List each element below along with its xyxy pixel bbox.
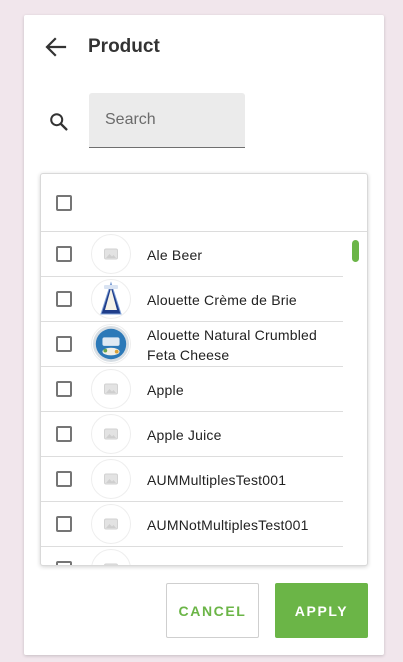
- image-placeholder-icon: [104, 428, 118, 440]
- item-checkbox[interactable]: [56, 381, 72, 397]
- product-thumbnail: [91, 549, 131, 565]
- list-item[interactable]: AUMMultiplesTest001: [41, 457, 343, 502]
- product-name: AUMMultiplesTest001: [147, 471, 287, 488]
- image-placeholder-icon: [104, 248, 118, 260]
- search-field[interactable]: [89, 93, 245, 148]
- arrow-left-icon: [45, 37, 67, 57]
- product-name: Apple: [147, 381, 184, 398]
- dialog-title: Product: [88, 36, 160, 57]
- image-placeholder-icon: [104, 563, 118, 565]
- search-input[interactable]: [89, 93, 245, 147]
- product-thumbnail: [91, 459, 131, 499]
- item-checkbox[interactable]: [56, 516, 72, 532]
- search-icon: [50, 113, 68, 131]
- image-placeholder-icon: [104, 383, 118, 395]
- product-name: Alouette Crème de Brie: [147, 291, 297, 308]
- product-filter-dialog: Product Ale BeerAlouette Crème de BrieAl…: [24, 15, 384, 655]
- list-item[interactable]: AUMNotMultiplesTest001: [41, 502, 343, 547]
- product-name: Ale Beer: [147, 246, 203, 263]
- product-thumbnail: [91, 234, 131, 274]
- apply-button[interactable]: APPLY: [275, 583, 368, 638]
- item-checkbox[interactable]: [56, 336, 72, 352]
- image-placeholder-icon: [104, 518, 118, 530]
- list-item[interactable]: Ale Beer: [41, 232, 343, 277]
- item-checkbox[interactable]: [56, 561, 72, 565]
- item-checkbox[interactable]: [56, 246, 72, 262]
- feta-thumbnail-icon: [92, 325, 130, 363]
- item-checkbox[interactable]: [56, 426, 72, 442]
- product-list: Ale Beer Alouette Crème de Brie Alouette N…: [40, 173, 368, 566]
- product-thumbnail: [91, 279, 131, 319]
- list-scrollbar[interactable]: [352, 240, 359, 262]
- item-checkbox[interactable]: [56, 291, 72, 307]
- item-checkbox[interactable]: [56, 471, 72, 487]
- list-item[interactable]: Apple: [41, 367, 343, 412]
- cancel-button[interactable]: CANCEL: [166, 583, 259, 638]
- list-item[interactable]: Apple Juice: [41, 412, 343, 457]
- list-item[interactable]: AWOCollapsedTasksTolerance: [41, 547, 344, 566]
- select-all-checkbox[interactable]: [56, 195, 72, 211]
- product-thumbnail: [91, 369, 131, 409]
- back-button[interactable]: [42, 35, 70, 59]
- product-thumbnail: [91, 414, 131, 454]
- list-item[interactable]: Alouette Crème de Brie: [41, 277, 343, 322]
- list-item[interactable]: Alouette Natural Crumbled Feta Cheese: [41, 322, 343, 367]
- product-thumbnail: [91, 324, 131, 364]
- product-name: AWOCollapsedTasksTolerance: [147, 547, 344, 566]
- product-rows: Ale Beer Alouette Crème de Brie Alouette N…: [41, 232, 344, 566]
- brie-thumbnail-icon: [100, 281, 122, 315]
- image-placeholder-icon: [104, 473, 118, 485]
- product-name: Apple Juice: [147, 426, 222, 443]
- product-name: Alouette Natural Crumbled Feta Cheese: [147, 326, 317, 363]
- product-name: AUMNotMultiplesTest001: [147, 516, 309, 533]
- list-header: [41, 174, 367, 232]
- product-thumbnail: [91, 504, 131, 544]
